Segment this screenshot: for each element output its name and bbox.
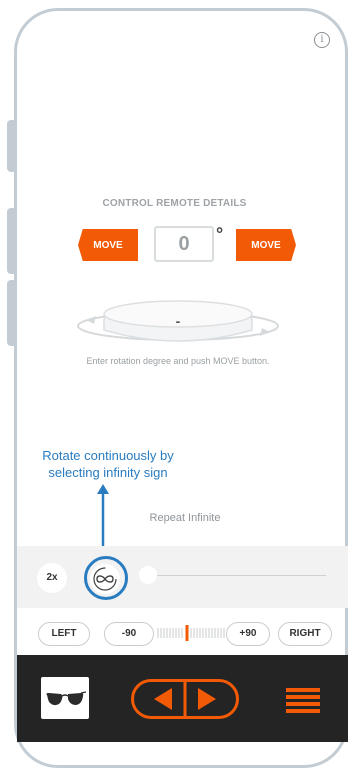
left-button[interactable]: LEFT (38, 622, 90, 646)
side-button (7, 208, 16, 274)
info-icon[interactable]: i (314, 32, 330, 48)
speed-slider-track[interactable] (157, 575, 326, 576)
plus-90-button[interactable]: +90 (226, 622, 270, 646)
sunglasses-icon (46, 691, 87, 706)
instruction-text: Enter rotation degree and push MOVE butt… (86, 356, 270, 366)
minus-90-button[interactable]: -90 (104, 622, 154, 646)
speed-slider-handle[interactable] (139, 566, 157, 584)
phone-frame (14, 8, 348, 768)
side-button (7, 120, 16, 172)
product-thumbnail[interactable] (41, 677, 89, 719)
platform-degree-value: - (175, 313, 181, 329)
hamburger-menu-icon[interactable] (286, 688, 320, 714)
rotation-scale[interactable] (156, 625, 228, 641)
repeat-infinite-label: Repeat Infinite (149, 512, 221, 524)
move-left-button[interactable]: MOVE (78, 229, 138, 261)
degree-input[interactable]: 0 (154, 226, 214, 262)
speed-2x-button[interactable]: 2x (37, 563, 67, 593)
triangle-left-icon (154, 688, 172, 710)
triangle-right-icon (198, 688, 216, 710)
move-right-button[interactable]: MOVE (236, 229, 296, 261)
callout-line: Rotate continuously by (42, 448, 174, 463)
playback-control (131, 679, 239, 719)
playback-arrows (154, 682, 216, 716)
section-title: CONTROL REMOTE DETAILS (102, 198, 247, 209)
callout-line: selecting infinity sign (48, 465, 168, 480)
infinity-button[interactable] (90, 564, 120, 594)
degree-symbol: ° (216, 224, 224, 244)
infinity-rotate-icon (93, 567, 117, 591)
infinity-callout: Rotate continuously by selecting infinit… (0, 447, 216, 481)
right-button[interactable]: RIGHT (278, 622, 332, 646)
